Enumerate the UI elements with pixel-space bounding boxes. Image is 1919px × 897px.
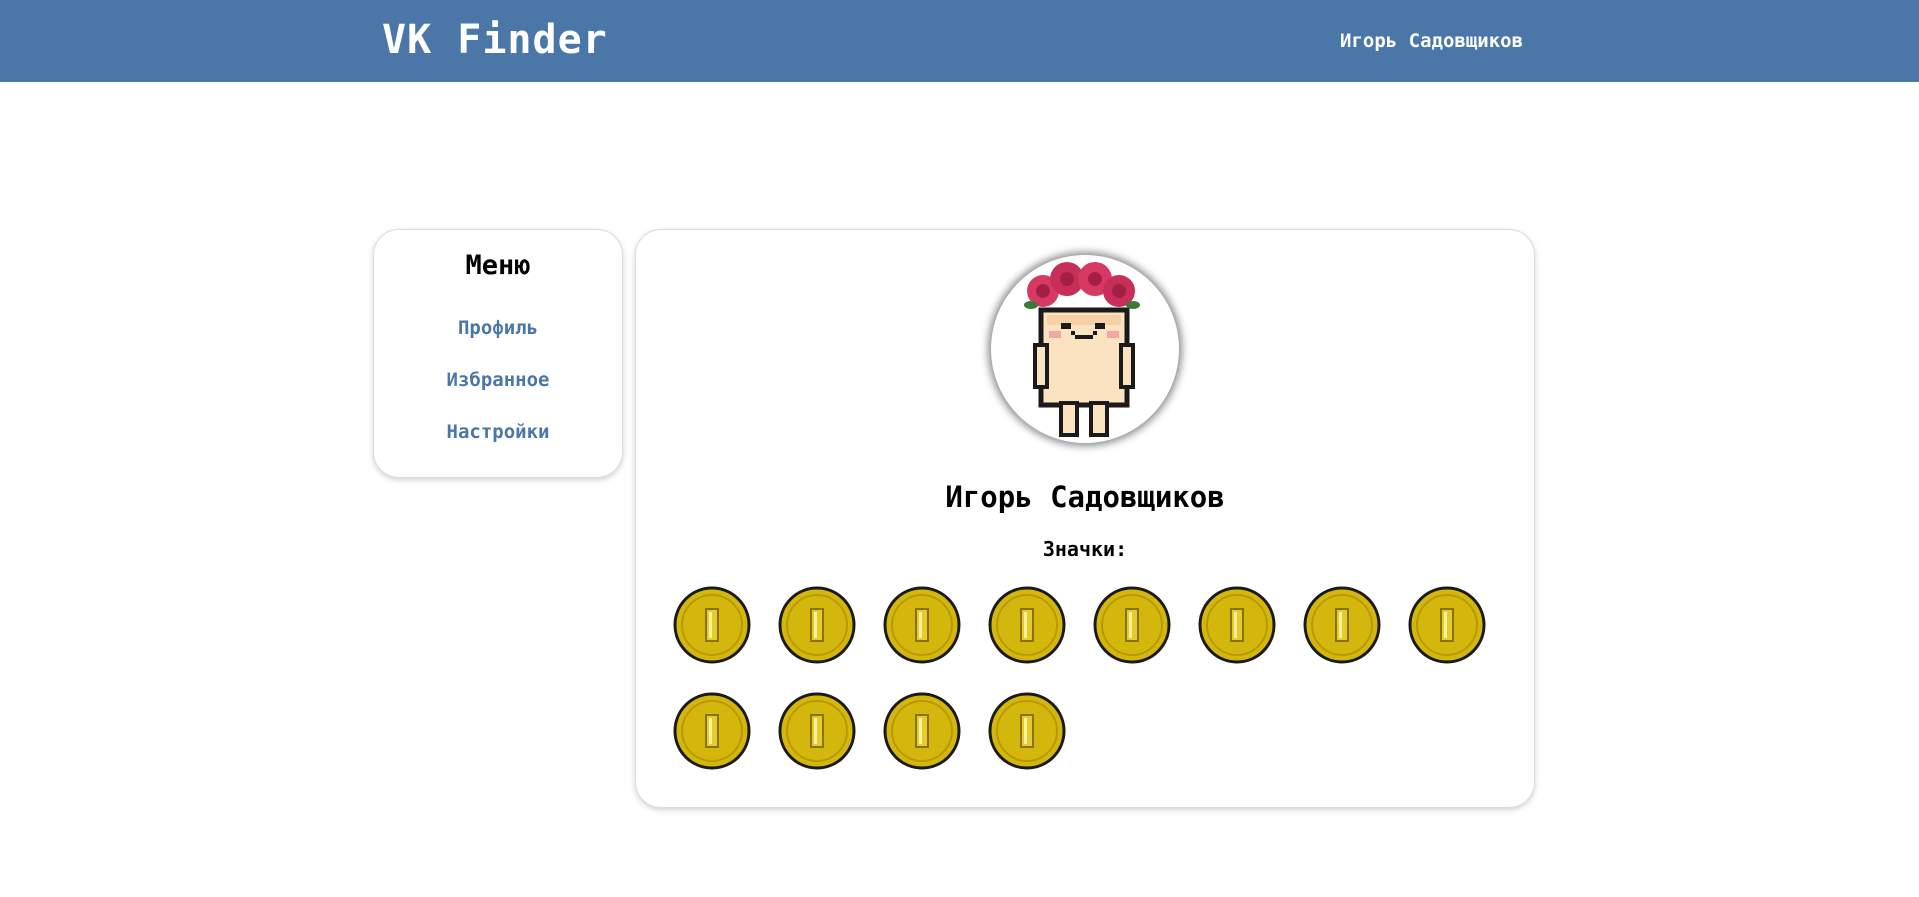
gold-coin-icon[interactable] [987, 585, 1067, 665]
gold-coin-icon[interactable] [1197, 585, 1277, 665]
menu-item-profile[interactable]: Профиль [374, 317, 622, 339]
app-logo[interactable]: VK Finder [382, 16, 608, 64]
gold-coin-icon[interactable] [777, 691, 857, 771]
gold-coin-icon[interactable] [882, 691, 962, 771]
gold-coin-icon[interactable] [672, 585, 752, 665]
menu-title: Меню [465, 250, 531, 281]
top-header: VK Finder Игорь Садовщиков [0, 0, 1919, 82]
menu-item-settings[interactable]: Настройки [374, 421, 622, 443]
gold-coin-icon[interactable] [672, 691, 752, 771]
gold-coin-icon[interactable] [777, 585, 857, 665]
gold-coin-icon[interactable] [1302, 585, 1382, 665]
profile-name: Игорь Садовщиков [945, 480, 1225, 514]
profile-card: Игорь Садовщиков Значки: [635, 229, 1535, 808]
avatar [991, 255, 1179, 443]
badges-label: Значки: [1042, 537, 1128, 561]
pixel-character-avatar-icon [1024, 262, 1140, 437]
gold-coin-icon[interactable] [1407, 585, 1487, 665]
gold-coin-icon[interactable] [987, 691, 1067, 771]
menu-item-favorites[interactable]: Избранное [374, 369, 622, 391]
sidebar-menu: Меню Профиль Избранное Настройки [373, 229, 623, 478]
gold-coin-icon[interactable] [1092, 585, 1172, 665]
gold-coin-icon[interactable] [882, 585, 962, 665]
header-user-name[interactable]: Игорь Садовщиков [1340, 28, 1523, 54]
